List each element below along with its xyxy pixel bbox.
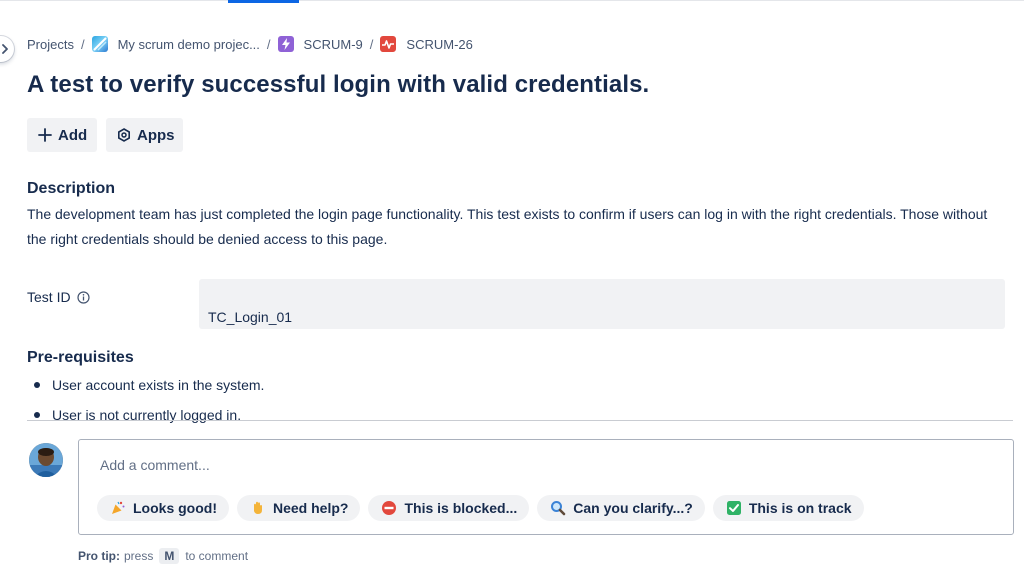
divider — [27, 420, 1013, 421]
breadcrumb-separator: / — [266, 36, 271, 52]
bullet-icon — [34, 381, 40, 388]
quick-reply-need-help[interactable]: Need help? — [237, 495, 361, 521]
breadcrumb-projects[interactable]: Projects — [27, 37, 74, 52]
waving-hand-icon — [250, 500, 266, 516]
add-button[interactable]: Add — [27, 118, 97, 152]
pro-tip-before: press — [124, 549, 154, 563]
breadcrumb: Projects / My scrum demo projec... / SCR… — [27, 35, 473, 53]
breadcrumb-issue-label: SCRUM-26 — [406, 36, 473, 52]
quick-reply-label: Looks good! — [133, 500, 217, 516]
test-id-label: Test ID — [27, 289, 90, 305]
breadcrumb-project-label: My scrum demo projec... — [117, 36, 260, 52]
epic-lightning-icon — [277, 36, 294, 52]
apps-button-label: Apps — [137, 126, 175, 144]
quick-reply-chips: Looks good! Need help? This is blocked..… — [97, 495, 864, 521]
breadcrumb-separator: / — [369, 36, 374, 52]
list-item-text: User account exists in the system. — [52, 376, 265, 393]
avatar[interactable] — [29, 443, 63, 477]
info-icon[interactable] — [76, 290, 90, 304]
breadcrumb-issue[interactable]: SCRUM-26 — [380, 36, 473, 52]
quick-reply-label: Need help? — [273, 500, 349, 516]
comment-input[interactable]: Add a comment... — [100, 457, 210, 473]
quick-reply-looks-good[interactable]: Looks good! — [97, 495, 229, 521]
apps-icon — [117, 128, 131, 142]
test-id-field[interactable]: TC_Login_01 — [199, 279, 1005, 329]
quick-reply-label: This is on track — [748, 500, 852, 516]
quick-reply-label: This is blocked... — [404, 500, 518, 516]
party-popper-icon — [110, 500, 126, 516]
add-button-label: Add — [58, 126, 88, 144]
test-pulse-icon — [380, 36, 397, 52]
magnifier-icon — [550, 500, 566, 516]
keyboard-shortcut-key: M — [159, 548, 180, 564]
top-border — [0, 0, 1024, 4]
description-text[interactable]: The development team has just completed … — [27, 202, 1002, 252]
prerequisites-list: User account exists in the system. User … — [34, 372, 264, 432]
expand-sidebar-button[interactable] — [0, 36, 14, 62]
active-tab-indicator — [228, 0, 299, 3]
breadcrumb-project[interactable]: My scrum demo projec... — [91, 36, 260, 52]
breadcrumb-epic[interactable]: SCRUM-9 — [277, 36, 363, 52]
prerequisites-heading: Pre-requisites — [27, 349, 134, 366]
plus-icon — [38, 128, 52, 142]
project-avatar-icon — [91, 36, 108, 52]
chevron-right-icon — [2, 44, 8, 54]
description-heading: Description — [27, 180, 116, 197]
issue-title[interactable]: A test to verify successful login with v… — [27, 71, 649, 99]
quick-reply-label: Can you clarify...? — [573, 500, 693, 516]
quick-reply-clarify[interactable]: Can you clarify...? — [537, 495, 705, 521]
check-mark-icon — [726, 500, 742, 516]
apps-button[interactable]: Apps — [106, 118, 183, 152]
breadcrumb-separator: / — [80, 36, 85, 52]
quick-reply-blocked[interactable]: This is blocked... — [368, 495, 530, 521]
bullet-icon — [34, 411, 40, 418]
test-id-label-text: Test ID — [27, 289, 71, 305]
comment-box[interactable]: Add a comment... Looks good! Need help? … — [78, 439, 1014, 535]
list-item: User is not currently logged in. — [34, 402, 264, 427]
pro-tip: Pro tip: press M to comment — [78, 548, 248, 564]
no-entry-icon — [381, 500, 397, 516]
list-item: User account exists in the system. — [34, 372, 264, 397]
breadcrumb-epic-label: SCRUM-9 — [303, 36, 363, 52]
pro-tip-after: to comment — [185, 549, 249, 563]
quick-reply-on-track[interactable]: This is on track — [712, 495, 864, 521]
pro-tip-label: Pro tip: — [78, 549, 120, 563]
